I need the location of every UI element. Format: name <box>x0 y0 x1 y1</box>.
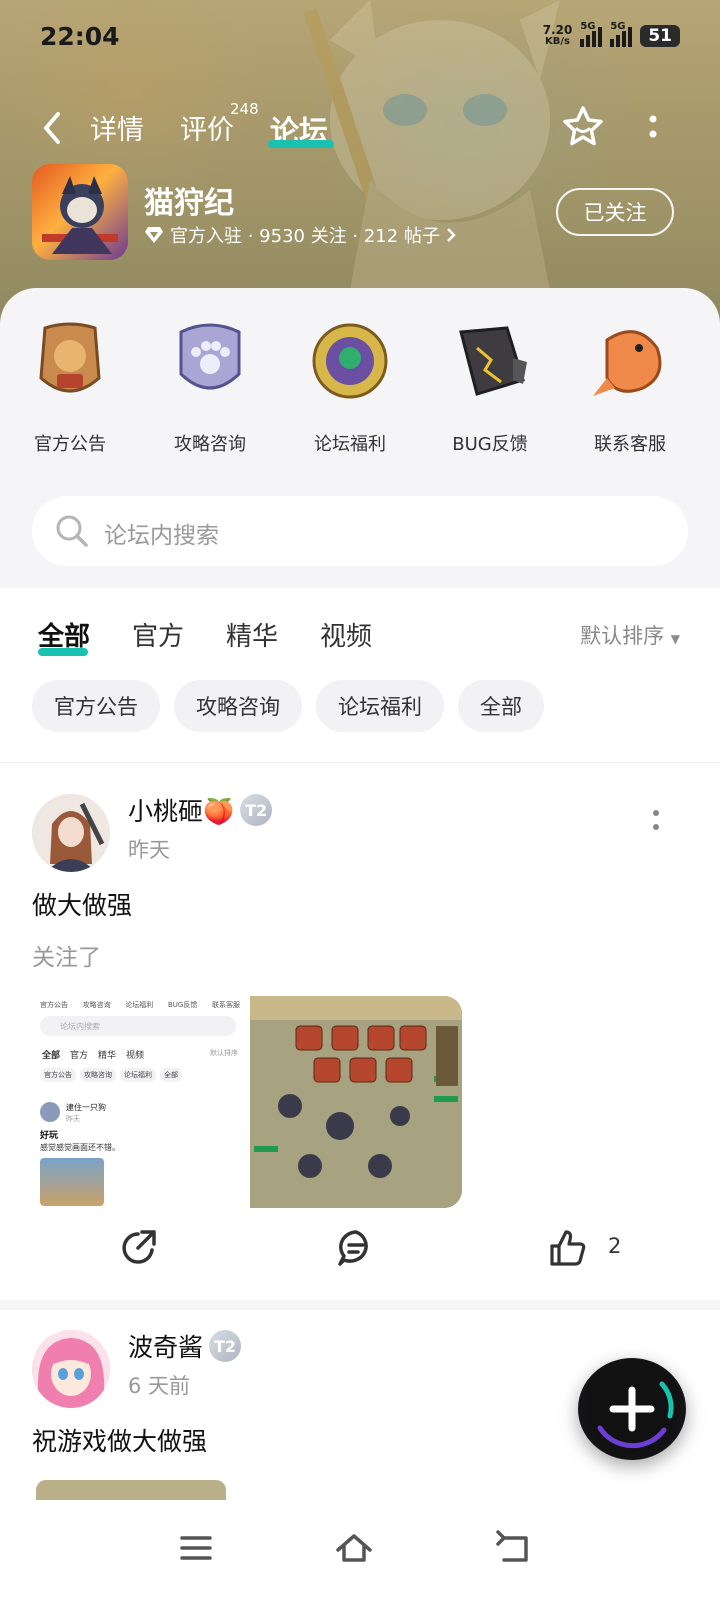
category-item-guides[interactable]: 攻略咨询 <box>140 318 280 456</box>
menu-icon[interactable] <box>176 1528 216 1568</box>
filter-tab-official[interactable]: 官方 <box>132 616 184 653</box>
game-meta[interactable]: 官方入驻 · 9530 关注 · 212 帖子 <box>144 222 456 248</box>
thumb-search: 论坛内搜索 <box>40 1016 236 1036</box>
active-filter-indicator <box>38 648 88 656</box>
forum-search-bar[interactable]: 论坛内搜索 <box>32 496 688 566</box>
chip-all[interactable]: 全部 <box>458 680 544 732</box>
post-card[interactable]: 小桃砸🍑 T2 昨天 做大做强 关注了 官方公告 攻略咨询 论坛福利 BUG反馈 联系客… <box>0 794 720 1294</box>
post-title: 做大做强 <box>32 891 133 920</box>
game-character-icon <box>42 176 118 254</box>
plus-icon <box>597 1381 674 1449</box>
chip-guides[interactable]: 攻略咨询 <box>174 680 302 732</box>
avatar[interactable] <box>32 1330 110 1408</box>
comment-icon[interactable] <box>336 1228 376 1268</box>
tab-reviews[interactable]: 评价 <box>180 108 234 147</box>
create-post-button[interactable] <box>578 1358 686 1460</box>
post-author[interactable]: 小桃砸🍑 T2 <box>128 792 273 828</box>
post-title: 祝游戏做大做强 <box>32 1427 208 1456</box>
status-time: 22:04 <box>40 22 120 51</box>
level-badge: T2 <box>240 794 273 826</box>
post-image-gameplay[interactable] <box>250 996 462 1208</box>
back-icon[interactable] <box>494 1528 534 1568</box>
category-item-welfare[interactable]: 论坛福利 <box>280 318 420 456</box>
net-speed: 7.20 KB/s <box>542 23 573 47</box>
avatar-image <box>32 1330 110 1408</box>
favorite-star-icon[interactable] <box>560 104 606 150</box>
chevron-right-icon <box>447 228 456 242</box>
search-placeholder: 论坛内搜索 <box>104 523 219 549</box>
post-image-preview[interactable] <box>36 1480 226 1500</box>
post-actions: 2 <box>0 1218 720 1278</box>
signal-icon: 5G <box>580 21 603 47</box>
like-count: 2 <box>608 1234 622 1258</box>
post-image-screenshot[interactable]: 官方公告 攻略咨询 论坛福利 BUG反馈 联系客服 论坛内搜索 全部 官方 精华 视频 默认排… <box>32 996 244 1208</box>
share-icon[interactable] <box>118 1228 158 1268</box>
game-meta-text: 官方入驻 · 9530 关注 · 212 帖子 <box>170 226 440 247</box>
post-filter-tabs: 全部 官方 精华 视频 默认排序 ▼ <box>0 588 720 668</box>
chip-announcement[interactable]: 官方公告 <box>32 680 160 732</box>
system-navigation-bar <box>0 1506 720 1600</box>
category-item-bug-report[interactable]: BUG反馈 <box>420 318 560 456</box>
avatar-image <box>32 794 110 872</box>
thumb-filters: 全部 官方 精华 视频 默认排序 <box>42 1049 238 1061</box>
gem-medallion-icon <box>312 323 388 399</box>
cracked-stone-icon <box>459 326 527 396</box>
forum-category-panel: 官方公告 攻略咨询 论坛福利 BUG反馈 联系客服 论坛内搜索 <box>0 288 720 588</box>
post-body: 关注了 <box>32 945 101 971</box>
section-divider <box>0 1300 720 1310</box>
category-item-customer-service[interactable]: 联系客服 <box>560 318 700 456</box>
tab-details[interactable]: 详情 <box>90 108 144 147</box>
more-options-icon[interactable] <box>646 112 660 142</box>
post-time: 6 天前 <box>128 1374 191 1398</box>
avatar[interactable] <box>32 794 110 872</box>
filter-tab-featured[interactable]: 精华 <box>226 616 278 653</box>
category-item-announcement[interactable]: 官方公告 <box>0 318 140 456</box>
level-badge: T2 <box>209 1330 242 1362</box>
thumb-tabs: 官方公告 攻略咨询 论坛福利 BUG反馈 联系客服 <box>40 1001 240 1009</box>
battery-indicator: 51 <box>640 25 680 47</box>
announcement-badge-icon <box>39 322 101 393</box>
koi-fish-icon <box>593 330 662 396</box>
thumb-avatar <box>40 1102 60 1122</box>
status-icons: 7.20 KB/s 5G 5G 51 <box>542 21 680 48</box>
followed-button[interactable]: 已关注 <box>556 188 674 236</box>
like-icon[interactable] <box>548 1228 588 1268</box>
divider <box>0 762 720 763</box>
thumb-game-image <box>40 1158 104 1206</box>
review-count-badge: 248 <box>230 100 259 118</box>
search-icon <box>56 515 88 547</box>
post-images: 官方公告 攻略咨询 论坛福利 BUG反馈 联系客服 论坛内搜索 全部 官方 精华 视频 默认排… <box>32 996 462 1208</box>
filter-tab-video[interactable]: 视频 <box>320 616 372 653</box>
home-icon[interactable] <box>334 1528 374 1568</box>
active-tab-indicator <box>268 140 334 148</box>
sort-dropdown[interactable]: 默认排序 ▼ <box>580 620 680 650</box>
thumb-chips: 官方公告 攻略咨询 论坛福利 全部 <box>40 1068 182 1082</box>
category-list: 官方公告 攻略咨询 论坛福利 BUG反馈 联系客服 <box>0 318 720 456</box>
game-app-icon[interactable] <box>32 164 128 260</box>
chip-welfare[interactable]: 论坛福利 <box>316 680 444 732</box>
back-arrow-icon[interactable] <box>38 108 68 148</box>
paw-shield-icon <box>179 323 241 390</box>
top-navigation: 详情 评价 248 论坛 <box>0 100 720 156</box>
tag-chips: 官方公告 攻略咨询 论坛福利 全部 <box>32 680 544 732</box>
post-author[interactable]: 波奇酱 T2 <box>128 1328 242 1364</box>
game-info: 猫狩纪 官方入驻 · 9530 关注 · 212 帖子 已关注 <box>32 164 692 260</box>
post-time: 昨天 <box>128 838 170 862</box>
dropdown-caret-icon: ▼ <box>670 632 680 646</box>
status-bar: 22:04 7.20 KB/s 5G 5G 51 <box>0 0 720 80</box>
signal-icon: 5G <box>610 21 633 47</box>
diamond-verified-icon <box>145 227 163 243</box>
post-more-icon[interactable] <box>650 808 662 834</box>
game-title: 猫狩纪 <box>144 186 234 221</box>
gameplay-screenshot <box>250 996 462 1208</box>
